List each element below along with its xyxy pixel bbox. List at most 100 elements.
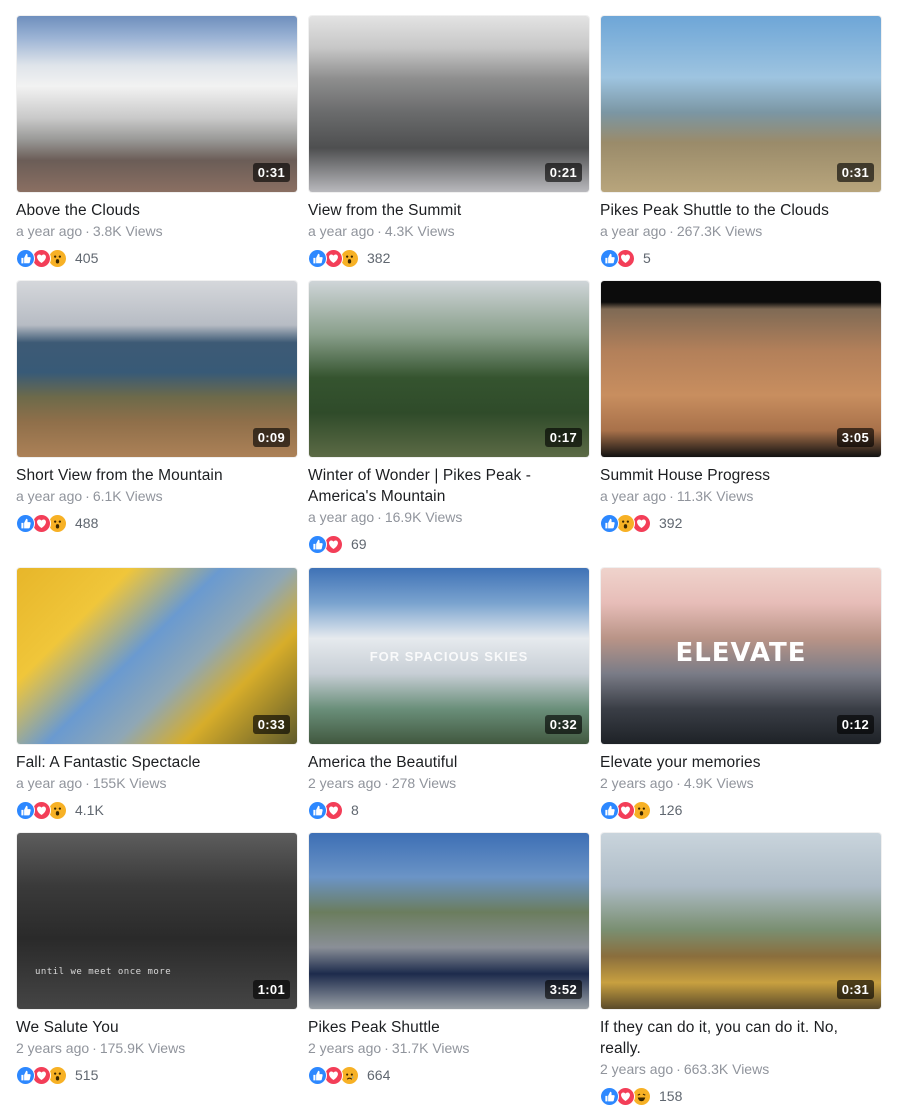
video-thumbnail[interactable]: FOR SPACIOUS SKIES 0:32 bbox=[308, 567, 590, 745]
video-thumbnail[interactable]: until we meet once more 1:01 bbox=[16, 832, 298, 1010]
reactions-summary[interactable]: 126 bbox=[600, 799, 882, 821]
video-title[interactable]: Winter of Wonder | Pikes Peak - America'… bbox=[308, 465, 590, 507]
like-reaction-icon bbox=[600, 513, 619, 533]
video-card[interactable]: 0:17 Winter of Wonder | Pikes Peak - Ame… bbox=[308, 280, 590, 555]
video-title[interactable]: If they can do it, you can do it. No, re… bbox=[600, 1017, 882, 1059]
reactions-summary[interactable]: 488 bbox=[16, 512, 298, 534]
meta-separator: · bbox=[85, 488, 90, 504]
video-thumbnail[interactable]: 0:17 bbox=[308, 280, 590, 458]
video-card[interactable]: 0:31 Pikes Peak Shuttle to the Clouds a … bbox=[600, 15, 882, 269]
video-meta: 2 years ago · 175.9K Views bbox=[16, 1038, 298, 1059]
reaction-count: 4.1K bbox=[75, 802, 104, 818]
video-title[interactable]: Above the Clouds bbox=[16, 200, 298, 221]
thumbnail-overlay-text: FOR SPACIOUS SKIES bbox=[369, 648, 529, 664]
meta-separator: · bbox=[92, 1040, 97, 1056]
video-thumbnail[interactable]: 3:52 bbox=[308, 832, 590, 1010]
reaction-count: 126 bbox=[659, 802, 683, 818]
view-count: 16.9K Views bbox=[384, 509, 463, 525]
thumbnail-overlay-text: ELEVATE bbox=[675, 638, 807, 669]
video-thumbnail[interactable]: 0:31 bbox=[600, 15, 882, 193]
view-count: 278 Views bbox=[391, 775, 457, 791]
video-meta: 2 years ago · 31.7K Views bbox=[308, 1038, 590, 1059]
upload-age: a year ago bbox=[600, 488, 667, 504]
video-title[interactable]: Pikes Peak Shuttle bbox=[308, 1017, 590, 1038]
like-reaction-icon bbox=[16, 1065, 35, 1085]
video-title[interactable]: Pikes Peak Shuttle to the Clouds bbox=[600, 200, 882, 221]
video-card[interactable]: 0:31 Above the Clouds a year ago · 3.8K Vi… bbox=[16, 15, 298, 269]
view-count: 11.3K Views bbox=[676, 488, 754, 504]
video-meta: a year ago · 4.3K Views bbox=[308, 221, 590, 242]
reactions-summary[interactable]: 392 bbox=[600, 512, 882, 534]
like-reaction-icon bbox=[308, 1065, 327, 1085]
meta-separator: · bbox=[384, 775, 389, 791]
video-title[interactable]: Fall: A Fantastic Spectacle bbox=[16, 752, 298, 773]
video-card[interactable]: 3:05 Summit House Progress a year ago · 11… bbox=[600, 280, 882, 534]
video-title[interactable]: America the Beautiful bbox=[308, 752, 590, 773]
reaction-count: 158 bbox=[659, 1088, 683, 1104]
reactions-summary[interactable]: 405 bbox=[16, 247, 298, 269]
view-count: 3.8K Views bbox=[92, 223, 163, 239]
reaction-count: 5 bbox=[643, 250, 651, 266]
video-title[interactable]: Summit House Progress bbox=[600, 465, 882, 486]
like-reaction-icon bbox=[600, 800, 619, 820]
meta-separator: · bbox=[377, 509, 382, 525]
video-card[interactable]: ELEVATE 0:12 Elevate your memories 2 yea… bbox=[600, 567, 882, 821]
upload-age: a year ago bbox=[16, 775, 83, 791]
video-thumbnail[interactable]: 3:05 bbox=[600, 280, 882, 458]
duration-badge: 0:31 bbox=[252, 163, 290, 182]
like-reaction-icon bbox=[16, 248, 35, 268]
video-meta: a year ago · 155K Views bbox=[16, 773, 298, 794]
reactions-summary[interactable]: 69 bbox=[308, 533, 590, 555]
reaction-count: 69 bbox=[351, 536, 367, 552]
upload-age: 2 years ago bbox=[308, 775, 382, 791]
video-title[interactable]: We Salute You bbox=[16, 1017, 298, 1038]
reaction-count: 664 bbox=[367, 1067, 391, 1083]
upload-age: 2 years ago bbox=[308, 1040, 382, 1056]
reaction-count: 392 bbox=[659, 515, 683, 531]
view-count: 175.9K Views bbox=[99, 1040, 186, 1056]
reaction-count: 382 bbox=[367, 250, 391, 266]
duration-badge: 0:12 bbox=[836, 715, 874, 734]
video-meta: a year ago · 11.3K Views bbox=[600, 486, 882, 507]
video-thumbnail[interactable]: 0:31 bbox=[600, 832, 882, 1010]
video-thumbnail[interactable]: 0:31 bbox=[16, 15, 298, 193]
upload-age: a year ago bbox=[308, 223, 375, 239]
video-thumbnail[interactable]: 0:33 bbox=[16, 567, 298, 745]
video-card[interactable]: until we meet once more 1:01 We Salute Y… bbox=[16, 832, 298, 1086]
video-title[interactable]: Elevate your memories bbox=[600, 752, 882, 773]
duration-badge: 0:09 bbox=[252, 428, 290, 447]
view-count: 663.3K Views bbox=[683, 1061, 770, 1077]
reactions-summary[interactable]: 664 bbox=[308, 1064, 590, 1086]
view-count: 267.3K Views bbox=[676, 223, 763, 239]
duration-badge: 0:31 bbox=[836, 980, 874, 999]
reactions-summary[interactable]: 5 bbox=[600, 247, 882, 269]
meta-separator: · bbox=[669, 223, 674, 239]
video-thumbnail[interactable]: 0:21 bbox=[308, 15, 590, 193]
like-reaction-icon bbox=[16, 800, 35, 820]
reactions-summary[interactable]: 4.1K bbox=[16, 799, 298, 821]
reactions-summary[interactable]: 515 bbox=[16, 1064, 298, 1086]
video-card[interactable]: 3:52 Pikes Peak Shuttle 2 years ago · 31.7… bbox=[308, 832, 590, 1086]
video-thumbnail[interactable]: 0:09 bbox=[16, 280, 298, 458]
meta-separator: · bbox=[377, 223, 382, 239]
reactions-summary[interactable]: 382 bbox=[308, 247, 590, 269]
upload-age: 2 years ago bbox=[600, 775, 674, 791]
reactions-summary[interactable]: 158 bbox=[600, 1085, 882, 1107]
duration-badge: 0:31 bbox=[836, 163, 874, 182]
video-card[interactable]: 0:31 If they can do it, you can do it. N… bbox=[600, 832, 882, 1107]
video-meta: 2 years ago · 4.9K Views bbox=[600, 773, 882, 794]
reactions-summary[interactable]: 8 bbox=[308, 799, 590, 821]
video-card[interactable]: 0:09 Short View from the Mountain a year… bbox=[16, 280, 298, 534]
video-meta: 2 years ago · 278 Views bbox=[308, 773, 590, 794]
video-title[interactable]: Short View from the Mountain bbox=[16, 465, 298, 486]
video-card[interactable]: 0:33 Fall: A Fantastic Spectacle a year … bbox=[16, 567, 298, 821]
video-card[interactable]: 0:21 View from the Summit a year ago · 4.3… bbox=[308, 15, 590, 269]
upload-age: a year ago bbox=[600, 223, 667, 239]
video-thumbnail[interactable]: ELEVATE 0:12 bbox=[600, 567, 882, 745]
upload-age: 2 years ago bbox=[16, 1040, 90, 1056]
video-title[interactable]: View from the Summit bbox=[308, 200, 590, 221]
view-count: 4.9K Views bbox=[683, 775, 754, 791]
meta-separator: · bbox=[85, 775, 90, 791]
video-card[interactable]: FOR SPACIOUS SKIES 0:32 America the Beau… bbox=[308, 567, 590, 821]
view-count: 155K Views bbox=[92, 775, 167, 791]
